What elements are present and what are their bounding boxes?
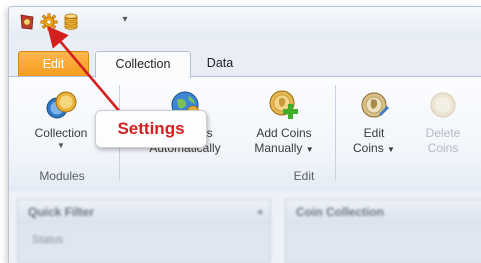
coin-collection-title: Coin Collection (286, 200, 481, 224)
database-icon[interactable] (62, 13, 80, 31)
collection-module-label: Collection (34, 126, 88, 140)
group-separator (335, 85, 336, 181)
tab-collection[interactable]: Collection (95, 51, 191, 78)
pin-icon[interactable]: ◂ (256, 205, 262, 218)
quick-access-toolbar: ▾ (9, 7, 481, 37)
settings-callout: Settings (95, 110, 207, 148)
app-window: ▾ Edit Collection Data Collection ▼ Modu… (8, 6, 481, 263)
coin-collection-pane: Coin Collection (285, 199, 481, 263)
add-coins-manually-line1: Add Coins (256, 126, 312, 140)
add-coins-manually-line2-text: Manually (254, 141, 303, 155)
ribbon-tabs: Edit Collection Data (9, 51, 481, 78)
coin-delete-icon (426, 88, 460, 122)
delete-coins-line1: Delete (425, 126, 461, 140)
collection-module-dropdown-icon: ▼ (57, 141, 65, 150)
customize-qat-dropdown[interactable]: ▾ (119, 14, 131, 25)
delete-coins-button[interactable]: Delete Coins (413, 77, 473, 156)
quick-filter-status: Status (32, 234, 64, 246)
coin-plus-icon (267, 88, 301, 122)
edit-coins-line2: Coins ▼ (345, 141, 403, 157)
coin-edit-icon (357, 88, 391, 122)
ribbon: Collection ▼ Modules Add Coins Automatic… (9, 76, 481, 192)
edit-group-label: Edit (293, 169, 315, 183)
tab-data[interactable]: Data (195, 51, 245, 76)
collection-module-button[interactable]: Collection ▼ (25, 77, 97, 151)
edit-coins-button[interactable]: Edit Coins ▼ (345, 77, 403, 157)
add-coins-manually-button[interactable]: Add Coins Manually ▼ (245, 77, 323, 157)
collection-module-icon (44, 88, 78, 122)
workspace: Quick Filter ◂ Status Coin Collection (9, 191, 481, 263)
edit-coins-dropdown-icon: ▼ (387, 145, 395, 154)
delete-coins-line2: Coins (427, 141, 459, 155)
add-coins-manually-dropdown-icon: ▼ (305, 145, 314, 154)
modules-group-label: Modules (39, 169, 85, 183)
quick-filter-title: Quick Filter (18, 200, 270, 224)
edit-coins-line2-text: Coins (353, 141, 384, 155)
app-icon[interactable] (18, 13, 36, 31)
tab-edit[interactable]: Edit (18, 51, 89, 77)
edit-coins-line1: Edit (363, 126, 385, 140)
settings-icon[interactable] (40, 13, 58, 31)
add-coins-manually-line2: Manually ▼ (245, 141, 323, 157)
quick-filter-pane: Quick Filter ◂ Status (17, 199, 271, 263)
